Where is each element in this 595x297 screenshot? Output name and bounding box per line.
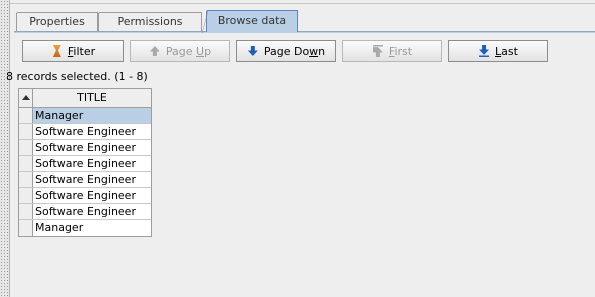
table-row[interactable]: Software Engineer: [19, 124, 151, 140]
table-header: TITLE: [19, 89, 151, 108]
tab-browse-data[interactable]: Browse data: [202, 10, 298, 33]
table-cell[interactable]: Software Engineer: [33, 188, 151, 203]
table-cell[interactable]: Software Engineer: [33, 124, 151, 139]
table-row[interactable]: Software Engineer: [19, 172, 151, 188]
table-cell[interactable]: Manager: [33, 220, 151, 236]
table-row[interactable]: Software Engineer: [19, 188, 151, 204]
row-header[interactable]: [19, 140, 33, 155]
records-status: 8 records selected. (1 - 8): [6, 70, 148, 83]
first-record-icon: [372, 45, 384, 57]
row-header[interactable]: [19, 124, 33, 139]
row-header[interactable]: [19, 108, 33, 123]
data-table: TITLE Manager Software Engineer Software…: [18, 88, 152, 237]
table-row[interactable]: Software Engineer: [19, 204, 151, 220]
window-edge-grip: [0, 0, 10, 297]
tab-bar: Properties Permissions Browse data: [14, 10, 595, 33]
last-button[interactable]: Last: [448, 40, 548, 62]
row-header[interactable]: [19, 204, 33, 219]
page-up-label: Page Up: [165, 44, 212, 58]
column-header-title[interactable]: TITLE: [33, 89, 151, 107]
table-row[interactable]: Manager: [19, 108, 151, 124]
table-cell[interactable]: Manager: [33, 108, 151, 123]
row-header[interactable]: [19, 172, 33, 187]
table-cell[interactable]: Software Engineer: [33, 172, 151, 187]
filter-funnel-icon: [51, 45, 63, 57]
top-border: [10, 0, 595, 4]
table-cell[interactable]: Software Engineer: [33, 204, 151, 219]
table-row[interactable]: Manager: [19, 220, 151, 236]
row-header[interactable]: [19, 188, 33, 203]
page-down-label: Page Down: [263, 44, 326, 58]
page-up-button[interactable]: Page Up: [130, 40, 230, 62]
last-record-icon: [478, 45, 490, 57]
table-cell[interactable]: Software Engineer: [33, 156, 151, 171]
row-header[interactable]: [19, 220, 33, 236]
tab-content-border: [14, 32, 595, 33]
table-row[interactable]: Software Engineer: [19, 156, 151, 172]
filter-button[interactable]: Filter: [22, 40, 124, 62]
last-label: Last: [495, 44, 518, 58]
arrow-up-icon: [149, 45, 161, 57]
first-button[interactable]: First: [342, 40, 442, 62]
row-header[interactable]: [19, 156, 33, 171]
page-down-button[interactable]: Page Down: [236, 40, 336, 62]
arrow-down-icon: [247, 45, 259, 57]
tab-properties[interactable]: Properties: [16, 12, 98, 32]
filter-label: Filter: [67, 44, 96, 58]
sort-ascending-icon[interactable]: [19, 89, 33, 107]
table-cell[interactable]: Software Engineer: [33, 140, 151, 155]
tab-permissions[interactable]: Permissions: [98, 12, 202, 32]
first-label: First: [388, 44, 413, 58]
table-row[interactable]: Software Engineer: [19, 140, 151, 156]
